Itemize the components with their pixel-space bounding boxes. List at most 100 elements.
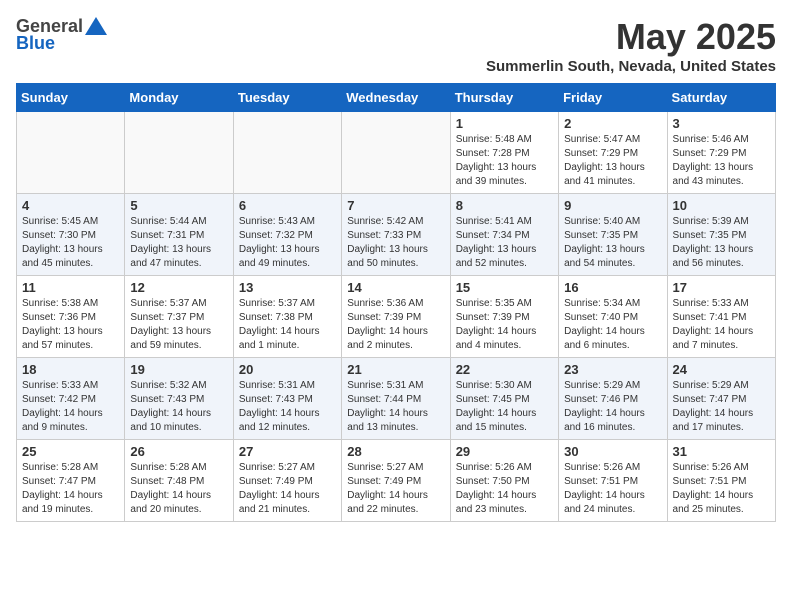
day-info: Sunrise: 5:26 AM Sunset: 7:51 PM Dayligh… <box>564 461 661 517</box>
day-number: 15 <box>456 280 553 295</box>
calendar-day-cell: 20 Sunrise: 5:31 AM Sunset: 7:43 PM Dayli… <box>233 358 341 440</box>
day-info: Sunrise: 5:27 AM Sunset: 7:49 PM Dayligh… <box>347 461 444 517</box>
day-number: 29 <box>456 444 553 459</box>
header-saturday: Saturday <box>667 84 775 112</box>
day-number: 5 <box>130 198 227 213</box>
day-number: 19 <box>130 362 227 377</box>
calendar-day-cell: 13 Sunrise: 5:37 AM Sunset: 7:38 PM Dayli… <box>233 276 341 358</box>
calendar-day-cell: 28Sunrise: 5:27 AM Sunset: 7:49 PM Dayli… <box>342 440 450 522</box>
day-info: Sunrise: 5:42 AM Sunset: 7:33 PM Dayligh… <box>347 215 444 271</box>
calendar-day-cell: 7 Sunrise: 5:42 AM Sunset: 7:33 PM Daylig… <box>342 194 450 276</box>
day-number: 27 <box>239 444 336 459</box>
calendar-day-cell: 30 Sunrise: 5:26 AM Sunset: 7:51 PM Dayli… <box>559 440 667 522</box>
header-monday: Monday <box>125 84 233 112</box>
day-number: 21 <box>347 362 444 377</box>
calendar-header-row: SundayMondayTuesdayWednesdayThursdayFrid… <box>17 84 776 112</box>
day-number: 25 <box>22 444 119 459</box>
day-number: 7 <box>347 198 444 213</box>
calendar-day-cell: 24Sunrise: 5:29 AM Sunset: 7:47 PM Dayli… <box>667 358 775 440</box>
calendar-day-cell: 14Sunrise: 5:36 AM Sunset: 7:39 PM Dayli… <box>342 276 450 358</box>
day-info: Sunrise: 5:37 AM Sunset: 7:38 PM Dayligh… <box>239 297 336 353</box>
logo-icon <box>85 17 107 35</box>
calendar-day-cell <box>342 112 450 194</box>
calendar-day-cell: 17Sunrise: 5:33 AM Sunset: 7:41 PM Dayli… <box>667 276 775 358</box>
calendar-day-cell: 9Sunrise: 5:40 AM Sunset: 7:35 PM Daylig… <box>559 194 667 276</box>
day-info: Sunrise: 5:26 AM Sunset: 7:50 PM Dayligh… <box>456 461 553 517</box>
day-info: Sunrise: 5:32 AM Sunset: 7:43 PM Dayligh… <box>130 379 227 435</box>
calendar-day-cell <box>125 112 233 194</box>
calendar-day-cell: 3Sunrise: 5:46 AM Sunset: 7:29 PM Daylig… <box>667 112 775 194</box>
calendar-day-cell <box>233 112 341 194</box>
day-info: Sunrise: 5:31 AM Sunset: 7:44 PM Dayligh… <box>347 379 444 435</box>
location-subtitle: Summerlin South, Nevada, United States <box>486 58 776 75</box>
calendar-day-cell: 19 Sunrise: 5:32 AM Sunset: 7:43 PM Dayli… <box>125 358 233 440</box>
day-number: 8 <box>456 198 553 213</box>
day-number: 10 <box>673 198 770 213</box>
day-number: 13 <box>239 280 336 295</box>
calendar-day-cell: 10 Sunrise: 5:39 AM Sunset: 7:35 PM Dayli… <box>667 194 775 276</box>
day-info: Sunrise: 5:37 AM Sunset: 7:37 PM Dayligh… <box>130 297 227 353</box>
day-info: Sunrise: 5:28 AM Sunset: 7:47 PM Dayligh… <box>22 461 119 517</box>
day-number: 26 <box>130 444 227 459</box>
calendar-day-cell: 29 Sunrise: 5:26 AM Sunset: 7:50 PM Dayli… <box>450 440 558 522</box>
day-info: Sunrise: 5:26 AM Sunset: 7:51 PM Dayligh… <box>673 461 770 517</box>
calendar-day-cell: 31 Sunrise: 5:26 AM Sunset: 7:51 PM Dayli… <box>667 440 775 522</box>
day-number: 6 <box>239 198 336 213</box>
day-number: 30 <box>564 444 661 459</box>
calendar-day-cell: 1Sunrise: 5:48 AM Sunset: 7:28 PM Daylig… <box>450 112 558 194</box>
calendar-day-cell: 11 Sunrise: 5:38 AM Sunset: 7:36 PM Dayli… <box>17 276 125 358</box>
day-number: 3 <box>673 116 770 131</box>
calendar-week-5: 25 Sunrise: 5:28 AM Sunset: 7:47 PM Dayli… <box>17 440 776 522</box>
day-number: 16 <box>564 280 661 295</box>
header-sunday: Sunday <box>17 84 125 112</box>
day-info: Sunrise: 5:28 AM Sunset: 7:48 PM Dayligh… <box>130 461 227 517</box>
header-friday: Friday <box>559 84 667 112</box>
header-thursday: Thursday <box>450 84 558 112</box>
calendar-day-cell: 12Sunrise: 5:37 AM Sunset: 7:37 PM Dayli… <box>125 276 233 358</box>
day-info: Sunrise: 5:48 AM Sunset: 7:28 PM Dayligh… <box>456 133 553 189</box>
day-info: Sunrise: 5:47 AM Sunset: 7:29 PM Dayligh… <box>564 133 661 189</box>
calendar-week-3: 11 Sunrise: 5:38 AM Sunset: 7:36 PM Dayli… <box>17 276 776 358</box>
header-tuesday: Tuesday <box>233 84 341 112</box>
calendar-day-cell: 23 Sunrise: 5:29 AM Sunset: 7:46 PM Dayli… <box>559 358 667 440</box>
calendar-day-cell: 26 Sunrise: 5:28 AM Sunset: 7:48 PM Dayli… <box>125 440 233 522</box>
day-info: Sunrise: 5:39 AM Sunset: 7:35 PM Dayligh… <box>673 215 770 271</box>
calendar-week-1: 1Sunrise: 5:48 AM Sunset: 7:28 PM Daylig… <box>17 112 776 194</box>
calendar-day-cell <box>17 112 125 194</box>
day-info: Sunrise: 5:34 AM Sunset: 7:40 PM Dayligh… <box>564 297 661 353</box>
logo: General Blue <box>16 16 107 54</box>
calendar-week-4: 18Sunrise: 5:33 AM Sunset: 7:42 PM Dayli… <box>17 358 776 440</box>
calendar-day-cell: 16 Sunrise: 5:34 AM Sunset: 7:40 PM Dayli… <box>559 276 667 358</box>
calendar-day-cell: 2 Sunrise: 5:47 AM Sunset: 7:29 PM Daylig… <box>559 112 667 194</box>
day-info: Sunrise: 5:43 AM Sunset: 7:32 PM Dayligh… <box>239 215 336 271</box>
day-info: Sunrise: 5:30 AM Sunset: 7:45 PM Dayligh… <box>456 379 553 435</box>
day-number: 31 <box>673 444 770 459</box>
day-info: Sunrise: 5:45 AM Sunset: 7:30 PM Dayligh… <box>22 215 119 271</box>
day-info: Sunrise: 5:29 AM Sunset: 7:46 PM Dayligh… <box>564 379 661 435</box>
day-number: 4 <box>22 198 119 213</box>
calendar-day-cell: 15 Sunrise: 5:35 AM Sunset: 7:39 PM Dayli… <box>450 276 558 358</box>
day-number: 11 <box>22 280 119 295</box>
day-info: Sunrise: 5:29 AM Sunset: 7:47 PM Dayligh… <box>673 379 770 435</box>
day-info: Sunrise: 5:35 AM Sunset: 7:39 PM Dayligh… <box>456 297 553 353</box>
day-number: 17 <box>673 280 770 295</box>
calendar-day-cell: 6 Sunrise: 5:43 AM Sunset: 7:32 PM Daylig… <box>233 194 341 276</box>
day-number: 23 <box>564 362 661 377</box>
calendar-day-cell: 4 Sunrise: 5:45 AM Sunset: 7:30 PM Daylig… <box>17 194 125 276</box>
day-number: 22 <box>456 362 553 377</box>
day-info: Sunrise: 5:44 AM Sunset: 7:31 PM Dayligh… <box>130 215 227 271</box>
day-number: 20 <box>239 362 336 377</box>
day-info: Sunrise: 5:27 AM Sunset: 7:49 PM Dayligh… <box>239 461 336 517</box>
day-info: Sunrise: 5:31 AM Sunset: 7:43 PM Dayligh… <box>239 379 336 435</box>
calendar-day-cell: 18Sunrise: 5:33 AM Sunset: 7:42 PM Dayli… <box>17 358 125 440</box>
day-info: Sunrise: 5:38 AM Sunset: 7:36 PM Dayligh… <box>22 297 119 353</box>
day-info: Sunrise: 5:33 AM Sunset: 7:42 PM Dayligh… <box>22 379 119 435</box>
calendar-day-cell: 22 Sunrise: 5:30 AM Sunset: 7:45 PM Dayli… <box>450 358 558 440</box>
day-number: 2 <box>564 116 661 131</box>
calendar-week-2: 4 Sunrise: 5:45 AM Sunset: 7:30 PM Daylig… <box>17 194 776 276</box>
day-info: Sunrise: 5:41 AM Sunset: 7:34 PM Dayligh… <box>456 215 553 271</box>
day-info: Sunrise: 5:36 AM Sunset: 7:39 PM Dayligh… <box>347 297 444 353</box>
header-wednesday: Wednesday <box>342 84 450 112</box>
day-info: Sunrise: 5:40 AM Sunset: 7:35 PM Dayligh… <box>564 215 661 271</box>
calendar-day-cell: 5 Sunrise: 5:44 AM Sunset: 7:31 PM Daylig… <box>125 194 233 276</box>
